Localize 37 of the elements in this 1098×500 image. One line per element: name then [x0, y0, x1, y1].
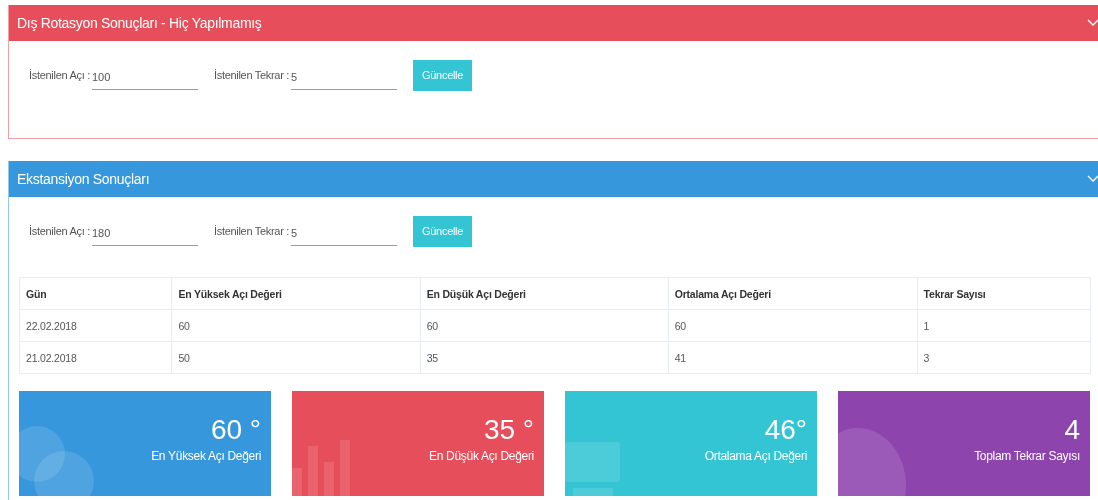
chevron-down-icon[interactable]: [1087, 19, 1098, 27]
stat-label: Toplam Tekrar Sayısı: [974, 449, 1080, 463]
stat-label: En Yüksek Açı Değeri: [151, 449, 261, 463]
table-cell: 60: [668, 309, 918, 342]
column-header: Tekrar Sayısı: [917, 277, 1091, 310]
table-cell: 21.02.2018: [19, 341, 172, 374]
table-cell: 3: [917, 341, 1091, 374]
table-cell: 60: [420, 309, 669, 342]
field-label: İstenilen Tekrar :: [213, 69, 290, 81]
repeat-input[interactable]: 5: [291, 60, 398, 90]
angle-input[interactable]: 100: [91, 60, 198, 90]
chevron-down-icon[interactable]: [1087, 175, 1098, 183]
column-header: En Düşük Açı Değeri: [420, 277, 669, 310]
stat-value: 35 °: [483, 415, 534, 445]
table-cell: 41: [668, 341, 918, 374]
stat-label: En Düşük Açı Değeri: [428, 449, 534, 463]
angle-input[interactable]: 180: [91, 216, 198, 246]
column-header: En Yüksek Açı Değeri: [171, 277, 421, 310]
column-header: Gün: [19, 277, 172, 310]
table-cell: 60: [171, 309, 421, 342]
table-cell: 22.02.2018: [19, 309, 172, 342]
field-label: İstenilen Açı :: [29, 225, 90, 237]
panel-title: Ekstansiyon Sonuçları: [17, 171, 150, 187]
field-label: İstenilen Tekrar :: [213, 225, 290, 237]
table-cell: 35: [420, 341, 669, 374]
stat-value: 60 °: [210, 415, 261, 445]
monitor-icon: [565, 442, 620, 496]
stat-value: 4: [1064, 415, 1080, 445]
table-cell: 50: [171, 341, 421, 374]
stat-value: 46°: [764, 415, 807, 445]
column-header: Ortalama Açı Değeri: [668, 277, 918, 310]
repeat-input[interactable]: 5: [291, 216, 398, 246]
field-label: İstenilen Açı :: [29, 69, 90, 81]
table-cell: 1: [917, 309, 1091, 342]
panel-title: Dış Rotasyon Sonuçları - Hiç Yapılmamış: [17, 15, 262, 31]
stat-label: Ortalama Açı Değeri: [704, 449, 807, 463]
bar-chart-icon: [292, 440, 350, 496]
